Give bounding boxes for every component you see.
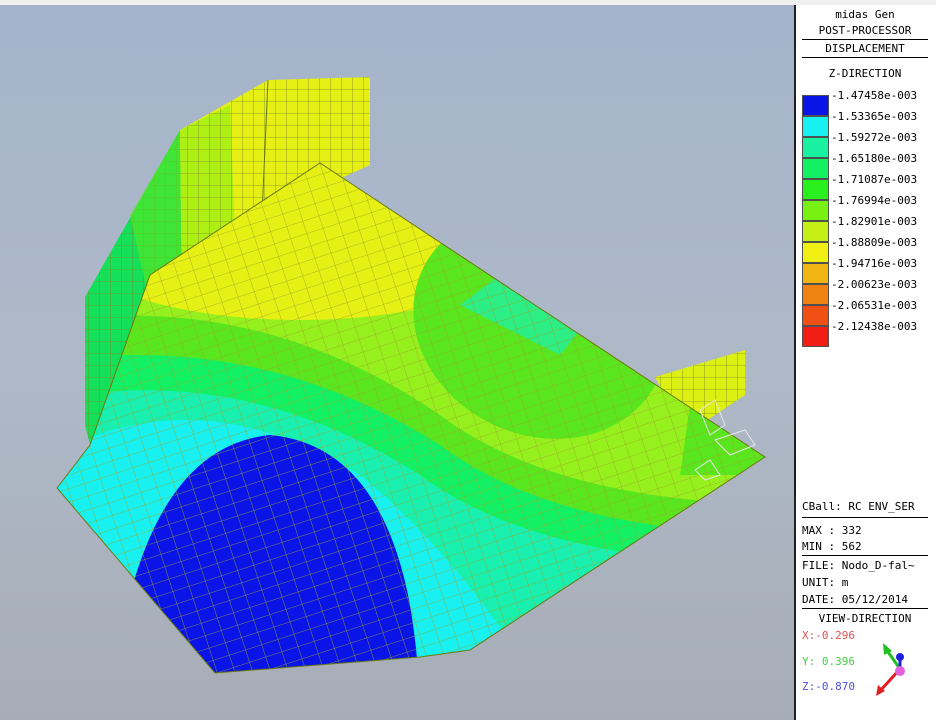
legend-value: -1.82901e-003 [831, 215, 918, 228]
fe-contour-plot [56, 77, 766, 674]
legend-swatch [802, 221, 829, 242]
min-node: MIN : 562 [802, 540, 862, 553]
legend-value: -1.76994e-003 [831, 194, 918, 207]
divider [802, 517, 928, 518]
view-x: X:-0.296 [802, 629, 855, 642]
legend-value: -1.53365e-003 [831, 110, 918, 123]
legend-swatch [802, 305, 829, 326]
divider [802, 555, 928, 556]
legend-swatch [802, 116, 829, 137]
unit-label: UNIT: m [802, 576, 849, 589]
legend-swatch [802, 326, 829, 347]
legend-value: -1.59272e-003 [831, 131, 918, 144]
date-label: DATE: 05/12/2014 [802, 593, 908, 606]
program-title: midas Gen [835, 8, 895, 21]
legend-value: -1.88809e-003 [831, 236, 918, 249]
direction-label: Z-DIRECTION [828, 67, 902, 80]
file-name: FILE: Nodo_D-fal~ [802, 559, 915, 572]
legend-value: -1.65180e-003 [831, 152, 918, 165]
legend-swatch [802, 158, 829, 179]
result-type: DISPLACEMENT [825, 42, 905, 55]
legend-value: -2.12438e-003 [831, 320, 918, 333]
max-node: MAX : 332 [802, 524, 862, 537]
divider [802, 39, 928, 40]
legend-swatch [802, 179, 829, 200]
legend-panel: midas Gen POST-PROCESSOR DISPLACEMENT Z-… [794, 5, 936, 720]
divider [802, 608, 928, 609]
legend-value: -1.94716e-003 [831, 257, 918, 270]
legend-value: -1.71087e-003 [831, 173, 918, 186]
legend-value: -2.06531e-003 [831, 299, 918, 312]
legend-swatch [802, 284, 829, 305]
legend-swatch [802, 137, 829, 158]
legend-value: -1.47458e-003 [831, 89, 918, 102]
legend-row: -2.12438e-003 [802, 320, 936, 347]
view-direction-label: VIEW-DIRECTION [818, 612, 912, 625]
legend-swatch [802, 95, 829, 116]
load-case: CBall: RC ENV_SER [802, 500, 915, 513]
legend-value: -2.00623e-003 [831, 278, 918, 291]
mode-label: POST-PROCESSOR [818, 24, 912, 37]
axis-triad-icon [876, 643, 905, 696]
model-viewport[interactable] [0, 5, 794, 720]
view-y: Y: 0.396 [802, 655, 855, 668]
legend-swatch [802, 242, 829, 263]
view-z: Z:-0.870 [802, 680, 855, 693]
divider [802, 57, 928, 58]
legend-swatch [802, 263, 829, 284]
legend-swatch [802, 200, 829, 221]
